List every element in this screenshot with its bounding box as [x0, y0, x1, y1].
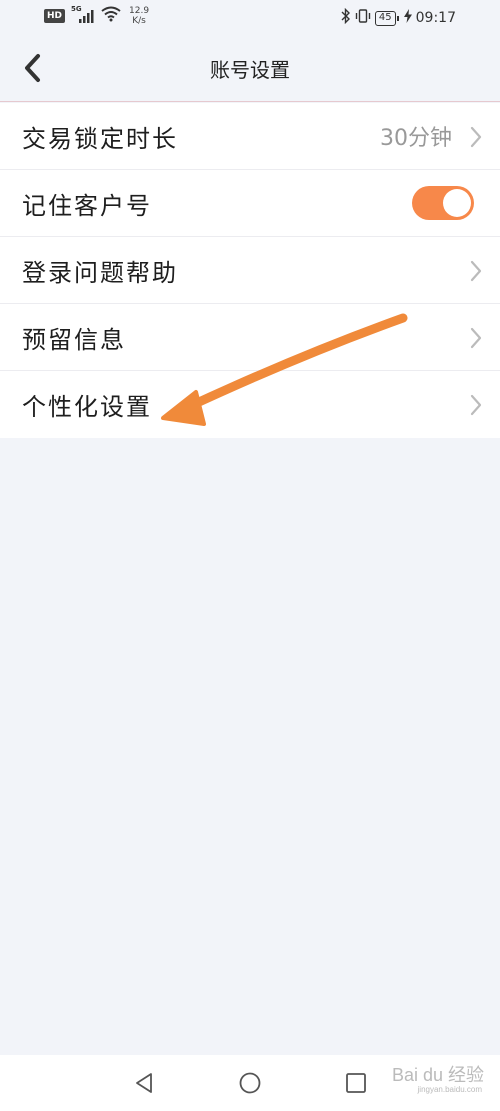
watermark-logo: Bai du 经验	[391, 1065, 484, 1085]
chevron-right-icon	[470, 394, 482, 416]
status-left: HD 5G 12.9 K/s	[44, 5, 149, 26]
settings-list: 交易锁定时长 30分钟 记住客户号 登录问题帮助 预留信息 个性化设置	[0, 103, 500, 438]
remember-customer-toggle[interactable]	[412, 186, 474, 220]
setting-row-login-help[interactable]: 登录问题帮助	[0, 237, 500, 304]
setting-label: 个性化设置	[22, 393, 152, 421]
chevron-right-icon	[470, 260, 482, 282]
watermark-url: jingyan.baidu.com	[417, 1085, 482, 1094]
hd-badge: HD	[44, 9, 66, 23]
back-triangle-icon[interactable]	[132, 1071, 156, 1095]
signal-icon: 5G	[71, 5, 95, 24]
setting-row-remember-customer-id: 记住客户号	[0, 170, 500, 237]
status-right: 45 09:17	[341, 7, 456, 28]
clock: 09:17	[415, 10, 456, 26]
setting-label: 交易锁定时长	[22, 124, 178, 153]
chevron-right-icon	[470, 327, 482, 349]
network-type: 5G	[71, 5, 82, 13]
vibrate-icon	[355, 8, 371, 28]
recents-square-icon[interactable]	[344, 1071, 368, 1095]
wifi-icon	[101, 6, 121, 26]
setting-label: 记住客户号	[22, 191, 152, 220]
bluetooth-icon	[341, 7, 351, 28]
setting-row-personalization[interactable]: 个性化设置	[0, 371, 500, 438]
speed-value: 12.9	[129, 6, 150, 16]
battery-indicator: 45	[374, 10, 399, 26]
setting-label: 预留信息	[22, 325, 126, 354]
network-speed: 12.9 K/s	[129, 6, 149, 26]
home-circle-icon[interactable]	[238, 1071, 262, 1095]
page-title: 账号设置	[210, 58, 290, 82]
chevron-right-icon	[470, 126, 482, 148]
setting-row-reserved-info[interactable]: 预留信息	[0, 304, 500, 371]
setting-row-trade-lock-duration[interactable]: 交易锁定时长 30分钟	[0, 103, 500, 170]
nav-header: 账号设置	[0, 34, 500, 102]
status-bar: HD 5G 12.9 K/s 45 09:17	[0, 0, 500, 34]
setting-label: 登录问题帮助	[22, 258, 178, 287]
system-nav-bar: Bai du 经验 jingyan.baidu.com	[0, 1055, 500, 1111]
charging-icon	[403, 9, 412, 27]
setting-value: 30分钟	[380, 126, 452, 151]
speed-unit: K/s	[132, 16, 146, 26]
toggle-knob	[443, 189, 471, 217]
